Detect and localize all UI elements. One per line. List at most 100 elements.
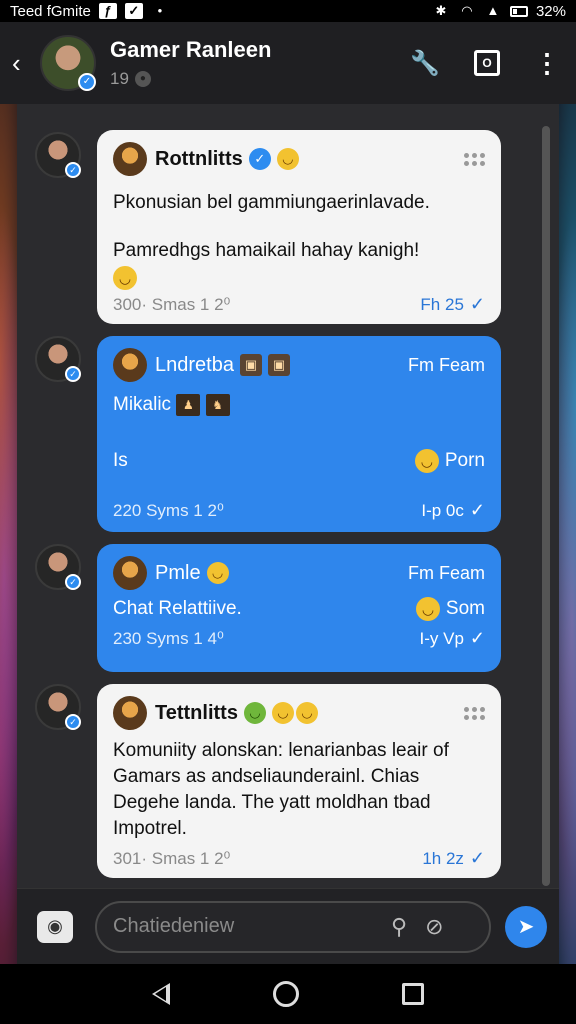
verified-badge-icon: ✓ xyxy=(65,714,81,730)
check-icon: ✓ xyxy=(469,500,485,520)
message-bubble[interactable]: Rottnlitts ✓ ◡ Pkonusian bel gammiungaer… xyxy=(97,130,501,324)
time-text: 1h 2z xyxy=(422,848,464,868)
group-label: Fm Feam xyxy=(407,562,485,583)
message-header: Lndretba ▣ ▣ Fm Feam xyxy=(113,348,485,382)
message-time: 1h 2z ✓ xyxy=(422,848,485,869)
message-text: Is xyxy=(113,450,128,471)
emoji-icon: ◡ xyxy=(243,702,266,724)
wifi-icon: ◠ xyxy=(461,3,473,18)
avatar[interactable]: ✓ xyxy=(35,336,81,382)
message-text-row: Chat Relattiive. ◡ Som xyxy=(113,596,485,622)
message-bubble[interactable]: Pmle ◡ Fm Feam Chat Relattiive. ◡ Som 23… xyxy=(97,544,501,672)
notification-dot-icon: • xyxy=(157,3,163,18)
image-sticker-icon: ▣ xyxy=(239,354,262,376)
member-count: 19 xyxy=(110,69,129,88)
status-bar: Teed fGmite ƒ ✓ • ✱ ◠ ▲ 32% xyxy=(0,0,576,22)
message-text-row: Is ◡ Porn xyxy=(113,448,485,474)
send-icon[interactable]: ➤ xyxy=(505,905,547,948)
time-text: I-p 0c xyxy=(421,500,464,520)
message-footer: 230 Syms 1 4⁰ I-y Vp ✓ xyxy=(113,628,485,649)
message-bubble[interactable]: Lndretba ▣ ▣ Fm Feam Mikalic ♟ ♞ Is ◡ Po… xyxy=(97,336,501,532)
nav-home-icon[interactable] xyxy=(272,981,299,1007)
header-text[interactable]: Gamer Ranleen 19 ● xyxy=(110,37,271,89)
message-header: Tettnlitts ◡ ◡ ◡ xyxy=(113,696,485,730)
emoji-icon: ◡ xyxy=(206,562,229,584)
emoji-icon: ◡ xyxy=(295,702,318,724)
notification-app-icon: ƒ xyxy=(98,3,117,19)
avatar[interactable]: ✓ xyxy=(35,684,81,730)
chat-panel: ✓ Rottnlitts ✓ ◡ Pkonusian bel gammiunga… xyxy=(17,104,559,964)
message-input[interactable] xyxy=(113,915,373,938)
message-footer: 300· Smas 1 2⁰ Fh 25 ✓ xyxy=(113,294,485,315)
emoji-icon: ◡ xyxy=(113,266,137,290)
bluetooth-icon: ✱ xyxy=(435,3,447,18)
battery-icon xyxy=(509,5,528,17)
verified-badge-icon: ✓ xyxy=(78,73,96,91)
emoji-icon: ◡ xyxy=(276,148,299,170)
avatar[interactable]: ✓ xyxy=(40,35,96,91)
battery-percent: 32% xyxy=(535,2,566,20)
sender-name: Rottnlitts xyxy=(155,147,243,170)
message-header: Rottnlitts ✓ ◡ xyxy=(113,142,485,176)
system-nav-bar xyxy=(0,964,576,1024)
scrollbar[interactable] xyxy=(542,126,550,886)
sticker-icon[interactable]: ⊘ xyxy=(425,914,443,940)
message-text-row: Mikalic ♟ ♞ xyxy=(113,392,485,418)
header-actions: 🔧 O ⋮ xyxy=(410,48,564,79)
verified-badge-icon: ✓ xyxy=(65,366,81,382)
drag-handle-icon[interactable] xyxy=(464,152,485,166)
status-left-text: Teed fGmite xyxy=(10,2,91,20)
sender-avatar xyxy=(113,696,147,730)
message-time: Fh 25 ✓ xyxy=(420,294,485,315)
avatar[interactable]: ✓ xyxy=(35,132,81,178)
verified-badge-icon: ✓ xyxy=(248,148,271,170)
message-input-wrapper[interactable]: ⚲ ⊘ xyxy=(95,900,491,953)
nav-recents-icon[interactable] xyxy=(402,983,425,1005)
message-text: Mikalic xyxy=(113,394,172,415)
group-label: Fm Feam xyxy=(407,354,485,375)
reaction-text: Som xyxy=(445,598,485,619)
message-meta: 301· Smas 1 2⁰ xyxy=(113,848,231,868)
chat-header: ‹ ✓ Gamer Ranleen 19 ● 🔧 O ⋮ xyxy=(0,22,576,104)
image-sticker-icon: ♟ xyxy=(176,393,201,416)
chat-title: Gamer Ranleen xyxy=(110,37,272,62)
message-text: Chat Relattiive. xyxy=(113,598,242,619)
nav-back-icon[interactable] xyxy=(151,983,170,1005)
wrench-icon[interactable]: 🔧 xyxy=(410,49,440,78)
back-arrow-icon[interactable]: ‹ xyxy=(12,48,32,79)
time-text: Fh 25 xyxy=(420,294,464,314)
image-sticker-icon: ♞ xyxy=(205,393,230,416)
check-icon: ✓ xyxy=(469,628,485,648)
message-meta: 230 Syms 1 4⁰ xyxy=(113,628,224,648)
message-bubble[interactable]: Tettnlitts ◡ ◡ ◡ Komuniity alonskan: len… xyxy=(97,684,501,878)
emoji-icon: ◡ xyxy=(414,449,439,473)
message-header: Pmle ◡ Fm Feam xyxy=(113,556,485,590)
time-text: I-y Vp xyxy=(419,628,464,648)
signal-icon: ▲ xyxy=(486,3,500,18)
message-meta: 300· Smas 1 2⁰ xyxy=(113,294,231,314)
verified-badge-icon: ✓ xyxy=(65,574,81,590)
message-footer: 220 Syms 1 2⁰ I-p 0c ✓ xyxy=(113,500,485,521)
message-text: Pamredhgs hamaikail hahay kanigh! xyxy=(113,240,420,261)
message-meta: 220 Syms 1 2⁰ xyxy=(113,500,224,520)
message-time: I-y Vp ✓ xyxy=(420,628,486,649)
sender-avatar xyxy=(113,142,147,176)
status-badge-icon: ● xyxy=(134,71,151,87)
check-icon: ✓ xyxy=(469,848,485,868)
message-time: I-p 0c ✓ xyxy=(421,500,485,521)
composer-bar: ◉ ⚲ ⊘ ➤ xyxy=(17,888,559,964)
sender-name: Lndretba xyxy=(155,353,234,376)
camera-icon[interactable]: ◉ xyxy=(37,910,73,943)
more-options-icon[interactable]: ⋮ xyxy=(534,48,560,79)
sender-avatar xyxy=(113,348,147,382)
avatar[interactable]: ✓ xyxy=(35,544,81,590)
sender-name: Tettnlitts xyxy=(155,701,238,724)
verified-badge-icon: ✓ xyxy=(65,162,81,178)
square-button-icon[interactable]: O xyxy=(474,50,500,76)
emoji-icon: ◡ xyxy=(415,597,440,621)
drag-handle-icon[interactable] xyxy=(464,706,485,720)
message-footer: 301· Smas 1 2⁰ 1h 2z ✓ xyxy=(113,848,485,869)
reaction-text: Porn xyxy=(444,450,485,471)
sender-avatar xyxy=(113,556,147,590)
attach-icon[interactable]: ⚲ xyxy=(391,914,407,940)
